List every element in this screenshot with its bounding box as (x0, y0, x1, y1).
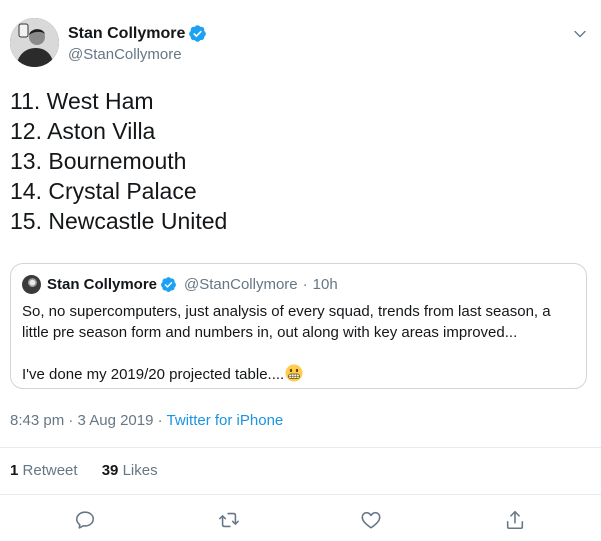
divider (0, 447, 601, 448)
verified-badge-icon (161, 277, 176, 292)
tweet-meta: 8:43 pm · 3 Aug 2019 · Twitter for iPhon… (10, 412, 283, 429)
author-display-name[interactable]: Stan Collymore (68, 25, 185, 43)
quoted-handle: @StanCollymore (184, 276, 298, 293)
quoted-paragraph-with-emoji: I've done my 2019/20 projected table.... (22, 364, 574, 385)
tweet-text-line: 14. Crystal Palace (10, 178, 197, 204)
retweets-stat[interactable]: 1 Retweet (10, 462, 78, 479)
chevron-down-icon[interactable] (573, 27, 587, 41)
retweets-label: Retweet (22, 462, 78, 479)
author-name-row[interactable]: Stan Collymore (68, 24, 207, 43)
likes-stat[interactable]: 39 Likes (102, 462, 158, 479)
tweet-date[interactable]: 3 Aug 2019 (78, 412, 154, 429)
reply-button[interactable] (73, 508, 97, 532)
author-handle[interactable]: @StanCollymore (68, 46, 182, 63)
quoted-display-name: Stan Collymore (47, 276, 158, 293)
quoted-age: 10h (312, 276, 338, 293)
reply-icon (75, 511, 95, 529)
tweet-card: Stan Collymore @StanCollymore 11. West H… (0, 0, 601, 541)
quoted-avatar (22, 275, 41, 294)
engagement-stats: 1 Retweet 39 Likes (10, 462, 158, 479)
tweet-text: 11. West Ham 12. Aston Villa 13. Bournem… (10, 86, 227, 236)
tweet-text-line: 13. Bournemouth (10, 148, 187, 174)
source-link[interactable]: Twitter for iPhone (167, 412, 284, 429)
like-button[interactable] (359, 508, 383, 532)
share-button[interactable] (503, 508, 527, 532)
share-icon (506, 510, 524, 530)
quoted-tweet-header: Stan Collymore @StanCollymore · 10h (22, 275, 338, 294)
likes-count: 39 (101, 462, 119, 479)
avatar-image (10, 18, 59, 67)
like-icon (361, 511, 381, 529)
tweet-text-line: 15. Newcastle United (10, 208, 228, 234)
tweet-text-line: 11. West Ham (10, 88, 154, 114)
quoted-paragraph: So, no supercomputers, just analysis of … (22, 303, 551, 341)
retweets-count: 1 (10, 462, 19, 479)
meta-separator: · (157, 412, 163, 429)
retweet-button[interactable] (217, 508, 241, 532)
divider (0, 494, 601, 495)
meta-separator: · (68, 412, 74, 429)
retweet-icon (219, 512, 239, 528)
tweet-time[interactable]: 8:43 pm (10, 412, 64, 429)
tweet-header: Stan Collymore @StanCollymore (10, 15, 590, 71)
avatar[interactable] (10, 18, 59, 67)
quoted-tweet-text: So, no supercomputers, just analysis of … (22, 301, 574, 385)
action-bar (0, 508, 601, 534)
tweet-text-line: 12. Aston Villa (10, 118, 156, 144)
quoted-paragraph: I've done my 2019/20 projected table.... (22, 366, 285, 383)
quoted-tweet[interactable]: Stan Collymore @StanCollymore · 10h So, … (10, 263, 587, 389)
grimacing-face-icon (285, 364, 303, 382)
likes-label: Likes (122, 462, 158, 479)
verified-badge-icon (189, 25, 207, 42)
quoted-separator: · (302, 276, 308, 293)
